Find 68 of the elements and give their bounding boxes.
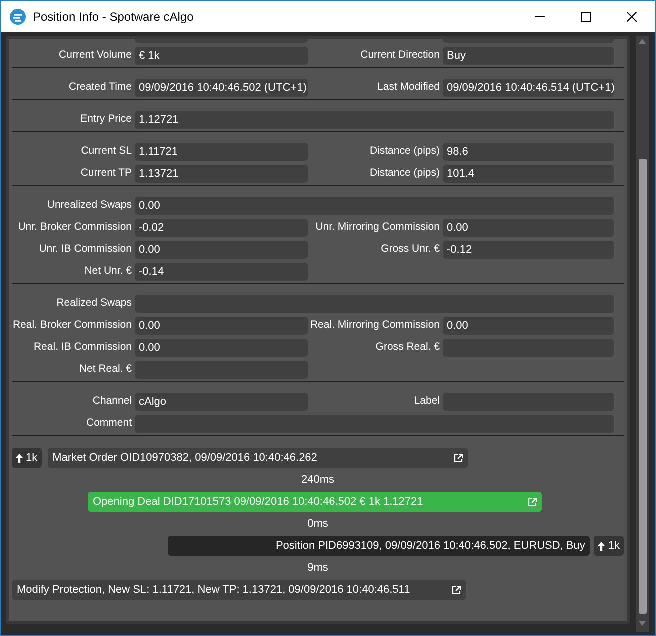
value-field: 1.12721	[135, 111, 614, 129]
up-arrow-icon	[16, 454, 23, 462]
external-link-icon[interactable]	[454, 454, 463, 462]
entry-text: Modify Protection, New SL: 1.11721, New TP: 1.13721, 09/09/2016 10:40:46.511	[17, 582, 410, 598]
elapsed-time: 0ms	[308, 516, 328, 532]
field-label: Unr. IB Commission	[39, 242, 133, 258]
value-field: 0.00	[135, 339, 308, 357]
field-label: Unr. Broker Commission	[18, 220, 133, 236]
minimize-icon	[535, 16, 545, 17]
scrollbar[interactable]	[636, 36, 649, 632]
field-label: Gross Real. €	[376, 340, 441, 356]
scroll-up-icon[interactable]	[639, 39, 646, 44]
entry-text: Position PID6993109, 09/09/2016 10:40:46.502, EURUSD, Buy	[276, 538, 586, 554]
elapsed-time: 9ms	[308, 560, 328, 576]
modify-entry[interactable]: Modify Protection, New SL: 1.11721, New TP: 1.13721, 09/09/2016 10:40:46.511	[12, 580, 466, 600]
quantity-badge: 1k	[594, 536, 624, 556]
scroll-down-icon[interactable]	[639, 621, 646, 626]
field-label: Net Unr. €	[84, 264, 133, 280]
value-field: 0.00	[135, 197, 614, 215]
quantity-badge: 1k	[12, 448, 42, 468]
value-field: 98.6	[443, 143, 614, 161]
field-label: Label	[414, 394, 441, 410]
value-field: -0.02	[135, 219, 308, 237]
value-field: 0.00	[135, 241, 308, 259]
entry-text: Market Order OID10970382, 09/09/2016 10:40:46.262	[52, 450, 318, 466]
field-label: Created Time	[68, 80, 133, 96]
field-label: Real. IB Commission	[34, 340, 133, 356]
field-label: Unrealized Swaps	[47, 198, 133, 214]
field-label: Distance (pips)	[370, 144, 441, 160]
external-link-icon[interactable]	[452, 586, 461, 594]
window-title: Position Info - Spotware cAlgo	[33, 8, 194, 26]
value-field: -0.12	[443, 241, 614, 259]
position-entry[interactable]: Position PID6993109, 09/09/2016 10:40:46.502, EURUSD, Buy	[168, 536, 590, 556]
value-field: € 1k	[135, 47, 308, 65]
field-label: Real. Mirroring Commission	[310, 318, 441, 334]
value-field: 0.00	[135, 317, 308, 335]
field-label: Realized Swaps	[56, 296, 133, 312]
field-label: Current Direction	[360, 48, 441, 64]
field-label: Comment	[86, 416, 133, 432]
app-logo-icon	[10, 8, 26, 24]
elapsed-time: 240ms	[301, 472, 335, 488]
order-entry[interactable]: Market Order OID10970382, 09/09/2016 10:40:46.262	[48, 448, 468, 468]
field-label: Current Volume	[59, 48, 133, 64]
value-field: 09/09/2016 10:40:46.502 (UTC+1)	[135, 79, 308, 97]
value-field: 0.00	[443, 219, 614, 237]
value-field: -0.14	[135, 263, 308, 281]
up-arrow-icon	[598, 542, 606, 550]
field-label: Net Real. €	[79, 362, 133, 378]
value-field: 1.13721	[135, 165, 308, 183]
field-label: Real. Broker Commission	[12, 318, 133, 334]
field-label: Gross Unr. €	[381, 242, 441, 258]
field-label: Channel	[92, 394, 133, 410]
field-label: Unr. Mirroring Commission	[316, 220, 441, 236]
field-label: Last Modified	[378, 80, 441, 96]
value-field: 1.11721	[135, 143, 308, 161]
maximize-icon	[581, 12, 591, 22]
field-label: Current SL	[81, 144, 133, 160]
field-label: Current TP	[80, 166, 133, 182]
value-field: 0.00	[443, 317, 614, 335]
value-field: 101.4	[443, 165, 614, 183]
field-label: Entry Price	[80, 112, 133, 128]
value-field: cAlgo	[135, 393, 308, 411]
scrollbar-thumb[interactable]	[638, 159, 646, 614]
value-field: 09/09/2016 10:40:46.514 (UTC+1)	[443, 79, 614, 97]
entry-text: Opening Deal DID17101573 09/09/2016 10:40:46.502 € 1k 1.12721	[93, 494, 424, 510]
close-icon	[627, 12, 637, 22]
value-field: Buy	[443, 47, 614, 65]
field-label: Distance (pips)	[370, 166, 441, 182]
